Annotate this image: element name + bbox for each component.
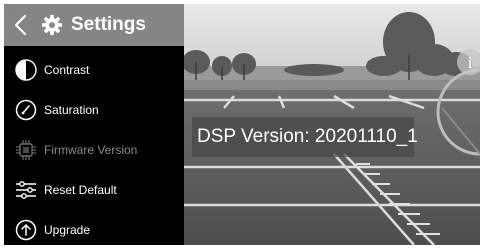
menu-label-firmware-version: Firmware Version bbox=[44, 143, 138, 157]
saturation-dial-icon bbox=[15, 99, 37, 121]
menu-item-saturation[interactable]: Saturation bbox=[4, 90, 184, 130]
menu-label-contrast: Contrast bbox=[44, 63, 90, 77]
sliders-icon bbox=[16, 181, 36, 199]
chevron-left-icon[interactable] bbox=[10, 12, 32, 38]
upload-arrow-icon bbox=[15, 219, 37, 241]
info-icon[interactable]: i bbox=[456, 48, 480, 76]
menu-label-reset-default: Reset Default bbox=[44, 183, 117, 197]
menu-item-reset-default[interactable]: Reset Default bbox=[4, 170, 184, 210]
menu-label-saturation: Saturation bbox=[44, 103, 99, 117]
gear-icon bbox=[41, 14, 63, 36]
menu-item-upgrade[interactable]: Upgrade bbox=[4, 210, 184, 245]
contrast-icon bbox=[15, 59, 37, 81]
page-title: Settings bbox=[71, 14, 146, 35]
menu-item-firmware-version: Firmware Version bbox=[4, 130, 184, 170]
app-frame: Settings Contrast Saturation Firmware Ve… bbox=[4, 4, 480, 245]
menu-label-upgrade: Upgrade bbox=[44, 223, 91, 237]
dsp-version-text: DSP Version: 20201110_1 bbox=[197, 126, 418, 147]
info-glyph: i bbox=[468, 53, 473, 72]
settings-panel: Settings Contrast Saturation Firmware Ve… bbox=[4, 4, 184, 245]
chip-icon bbox=[16, 140, 36, 160]
menu-item-contrast[interactable]: Contrast bbox=[4, 50, 184, 90]
settings-header: Settings bbox=[4, 4, 184, 46]
